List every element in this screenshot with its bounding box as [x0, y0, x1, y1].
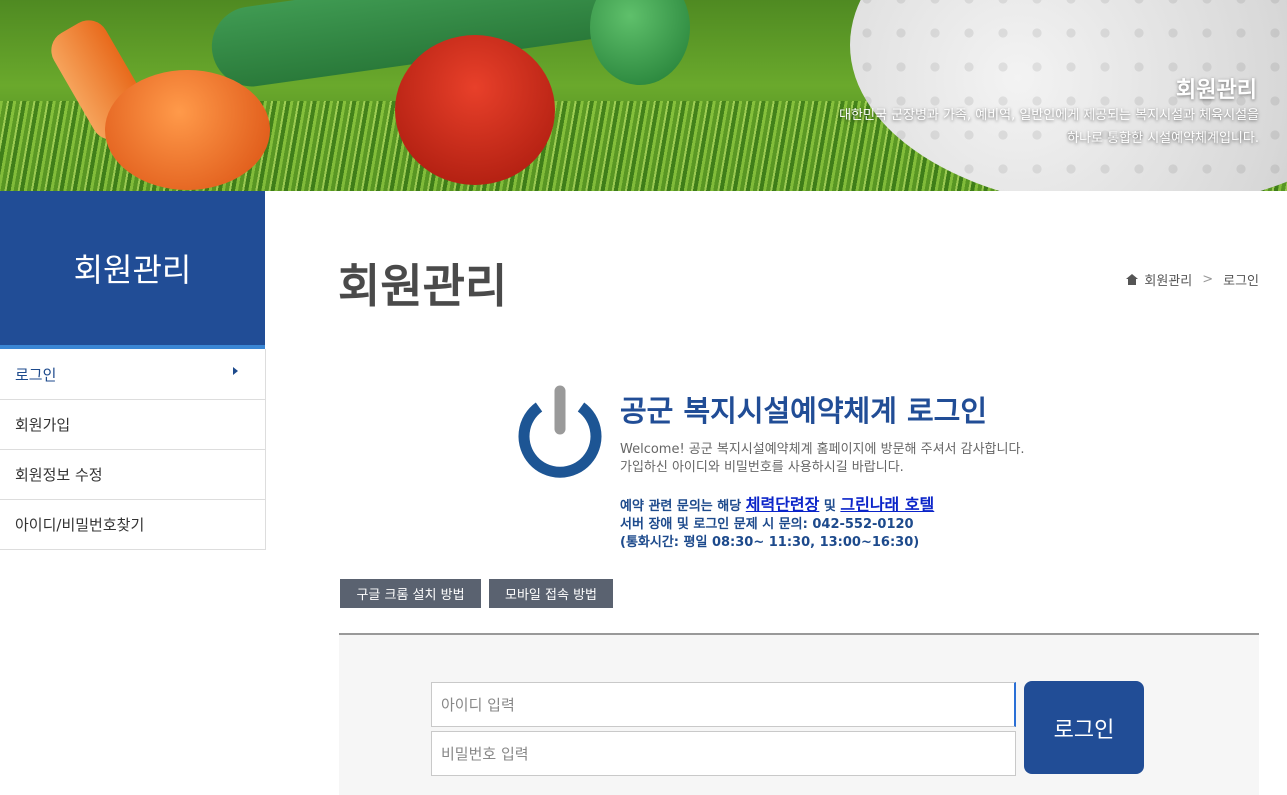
login-button[interactable]: 로그인 — [1024, 681, 1144, 774]
inquiry-line3: (통화시간: 평일 08:30~ 11:30, 13:00~16:30) — [620, 535, 920, 550]
sidebar-item-edit-profile[interactable]: 회원정보 수정 — [0, 450, 265, 500]
chrome-install-button[interactable]: 구글 크롬 설치 방법 — [340, 579, 481, 608]
sidebar-title: 회원관리 — [0, 191, 265, 349]
sidebar-item-label: 회원정보 수정 — [15, 466, 103, 484]
breadcrumb-item-current: 로그인 — [1223, 274, 1259, 289]
inquiry-prefix: 예약 관련 문의는 해당 — [620, 499, 746, 514]
home-icon[interactable] — [1126, 274, 1139, 285]
welcome-line2: 가입하신 아이디와 비밀번호를 사용하시길 바랍니다. — [620, 460, 904, 475]
sidebar-item-label: 아이디/비밀번호찾기 — [15, 516, 145, 534]
sidebar-item-find-account[interactable]: 아이디/비밀번호찾기 — [0, 500, 265, 550]
welcome-text: Welcome! 공군 복지시설예약체계 홈페이지에 방문해 주셔서 감사합니다… — [620, 441, 1025, 477]
page-title: 회원관리 — [338, 259, 508, 313]
banner-description: 대한민국 군장병과 가족, 예비역, 일반인에게 제공되는 복지시설과 체육시설… — [699, 104, 1259, 150]
login-title: 공군 복지시설예약체계 로그인 — [620, 394, 988, 428]
sidebar-item-login[interactable]: 로그인 — [0, 349, 265, 400]
sidebar-item-label: 로그인 — [15, 365, 57, 384]
breadcrumb-item[interactable]: 회원관리 — [1144, 270, 1192, 289]
welcome-line1: Welcome! 공군 복지시설예약체계 홈페이지에 방문해 주셔서 감사합니다… — [620, 442, 1025, 457]
power-icon — [518, 385, 602, 478]
caret-right-icon — [233, 367, 238, 375]
hotel-link[interactable]: 그린나래 호텔 — [840, 495, 934, 514]
fitness-center-link[interactable]: 체력단련장 — [746, 495, 820, 514]
header-banner: 회원관리 대한민국 군장병과 가족, 예비역, 일반인에게 제공되는 복지시설과… — [0, 0, 1287, 191]
banner-desc-line1: 대한민국 군장병과 가족, 예비역, 일반인에게 제공되는 복지시설과 체육시설… — [839, 108, 1259, 123]
chevron-right-icon: > — [1202, 272, 1214, 287]
sidebar-item-signup[interactable]: 회원가입 — [0, 400, 265, 450]
orange-tee-head-image — [105, 70, 270, 190]
login-form: 로그인 — [339, 633, 1259, 795]
breadcrumb: 회원관리 > 로그인 — [1126, 270, 1259, 289]
banner-desc-line2: 하나로 통합한 시설예약체계입니다. — [1067, 131, 1259, 146]
inquiry-info: 예약 관련 문의는 해당 체력단련장 및 그린나래 호텔 서버 장애 및 로그인… — [620, 496, 934, 552]
password-input[interactable] — [431, 731, 1016, 776]
inquiry-line2: 서버 장애 및 로그인 문제 시 문의: 042-552-0120 — [620, 517, 914, 532]
sidebar-item-label: 회원가입 — [15, 416, 71, 434]
banner-title: 회원관리 — [1176, 78, 1257, 103]
id-input[interactable] — [431, 682, 1016, 727]
green-tee-head-image — [590, 0, 690, 85]
mobile-access-button[interactable]: 모바일 접속 방법 — [489, 579, 613, 608]
red-tee-head-image — [395, 35, 555, 185]
inquiry-line1: 예약 관련 문의는 해당 체력단련장 및 그린나래 호텔 — [620, 496, 934, 516]
inquiry-mid: 및 — [819, 499, 841, 514]
sidebar-menu: 로그인 회원가입 회원정보 수정 아이디/비밀번호찾기 — [0, 349, 266, 550]
